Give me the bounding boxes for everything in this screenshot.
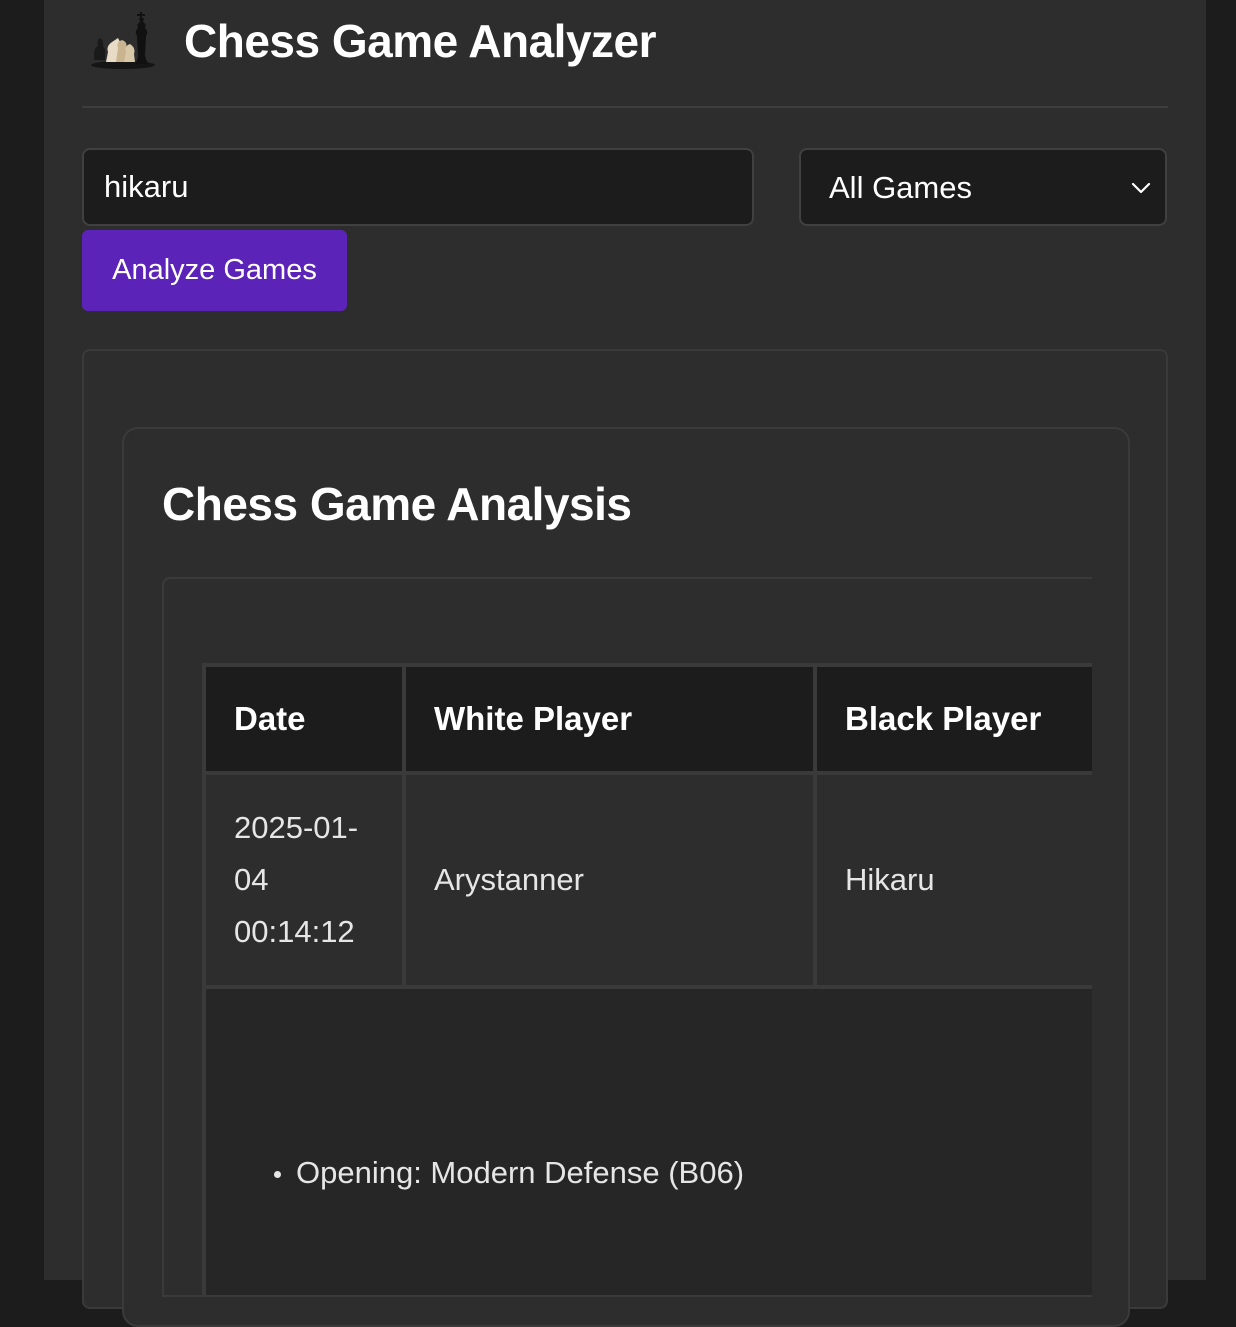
- game-details-cell: Opening: Modern Defense (B06): [202, 985, 1092, 1295]
- game-details-list: Opening: Modern Defense (B06): [206, 1153, 1092, 1193]
- table-row[interactable]: 2025-01-04 00:14:12 Arystanner Hikaru: [202, 771, 1092, 989]
- username-search-input[interactable]: [82, 148, 754, 226]
- column-header-white-player: White Player: [402, 663, 817, 775]
- app-container: Chess Game Analyzer All Games Analyze Ga…: [44, 0, 1206, 1327]
- game-filter-select[interactable]: All Games: [799, 148, 1167, 226]
- app-title: Chess Game Analyzer: [184, 15, 657, 67]
- games-table-container[interactable]: Date White Player Black Player 2025-01-0…: [162, 577, 1092, 1297]
- black-player-cell: Hikaru: [813, 771, 1092, 989]
- white-player-cell: Arystanner: [402, 771, 817, 989]
- column-header-black-player: Black Player: [813, 663, 1092, 775]
- game-filter-selected-value: All Games: [829, 170, 972, 205]
- game-date-cell: 2025-01-04 00:14:12: [202, 771, 406, 989]
- games-table: Date White Player Black Player 2025-01-0…: [202, 663, 1092, 1295]
- list-item: Opening: Modern Defense (B06): [274, 1153, 1092, 1193]
- header: Chess Game Analyzer: [82, 0, 1168, 108]
- column-header-date: Date: [202, 663, 406, 775]
- chevron-down-icon: [1131, 182, 1151, 194]
- chess-pieces-logo: [91, 12, 155, 69]
- table-header-row: Date White Player Black Player: [202, 663, 1092, 775]
- results-panel: Chess Game Analysis Date White Player Bl…: [82, 349, 1168, 1327]
- analysis-card: Chess Game Analysis Date White Player Bl…: [122, 427, 1130, 1327]
- analyze-games-button[interactable]: Analyze Games: [82, 230, 347, 311]
- game-details-row: Opening: Modern Defense (B06): [202, 985, 1092, 1295]
- analysis-title: Chess Game Analysis: [162, 478, 632, 530]
